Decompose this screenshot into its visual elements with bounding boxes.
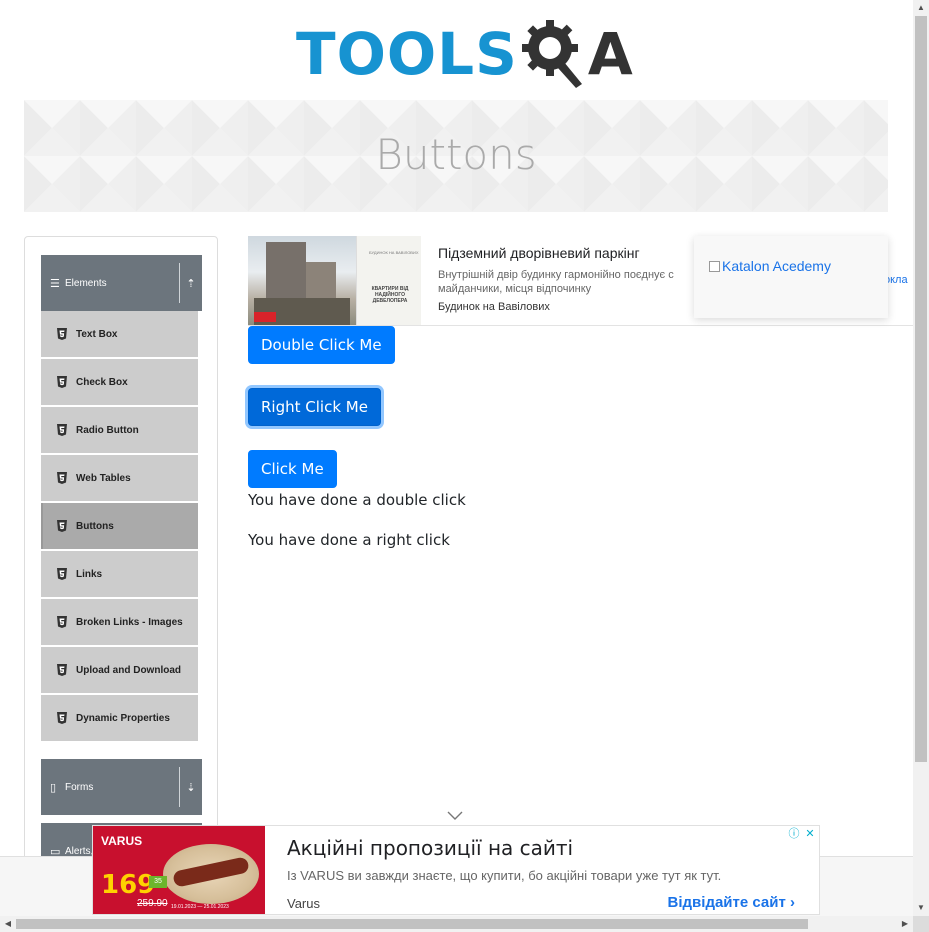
divider: [179, 263, 180, 303]
katalon-link[interactable]: Katalon Acedemy: [709, 258, 831, 274]
ad-title[interactable]: Акційні пропозиції на сайті: [287, 836, 573, 860]
sidebar-item-broken-links[interactable]: Broken Links - Images: [41, 599, 198, 645]
sidebar-item-text-box[interactable]: Text Box: [41, 311, 198, 357]
document-icon: ▯: [50, 781, 57, 794]
hamburger-icon: ☰: [50, 277, 60, 290]
katalon-ad-card[interactable]: Katalon Acedemy: [694, 236, 888, 318]
sidebar-item-label: Upload and Download: [76, 664, 181, 676]
sidebar-item-links[interactable]: Links: [41, 551, 198, 597]
broken-image-icon: [709, 260, 720, 272]
html5-icon: [57, 616, 67, 628]
page-banner: Buttons: [24, 100, 888, 212]
collapse-arrow-icon[interactable]: ⇡: [180, 277, 202, 290]
sidebar-item-label: Buttons: [76, 520, 114, 532]
sidebar-item-radio-button[interactable]: Radio Button: [41, 407, 198, 453]
scroll-up-icon[interactable]: ▲: [913, 0, 929, 16]
horizontal-scroll-thumb[interactable]: [16, 919, 808, 929]
scroll-left-icon[interactable]: ◀: [0, 916, 16, 932]
vertical-scroll-thumb[interactable]: [915, 16, 927, 762]
html5-icon: [57, 424, 67, 436]
ad-building-image: [248, 236, 356, 325]
ad-image-sub: БУДИНОК НА ВАВІЛОВИХ: [369, 250, 419, 255]
promo-dates: 19.01.2023 — 25.01.2023: [171, 904, 229, 910]
ad-description: Із VARUS ви завжди знаєте, що купити, бо…: [287, 868, 722, 883]
html5-icon: [57, 664, 67, 676]
sidebar-item-label: Links: [76, 568, 103, 580]
right-click-message: You have done a right click: [248, 531, 450, 549]
sidebar-item-label: Dynamic Properties: [76, 712, 170, 724]
page-title: Buttons: [375, 130, 537, 179]
double-click-message: You have done a double click: [248, 491, 466, 509]
right-click-button[interactable]: Right Click Me: [248, 388, 381, 426]
gear-magnifier-icon: [521, 20, 582, 88]
logo-text: TOOLS: [296, 20, 518, 88]
cta-label: Відвідайте сайт: [667, 894, 786, 911]
old-price: 259.90: [137, 898, 168, 909]
group-label: Elements: [65, 277, 107, 289]
visit-site-link[interactable]: Відвідайте сайт ›: [668, 894, 795, 911]
katalon-alt-text: Katalon Acedemy: [722, 258, 831, 274]
sidebar-group-elements[interactable]: ☰ Elements ⇡: [41, 255, 202, 311]
ad-advertiser: Будинок на Вавілових: [438, 301, 550, 313]
toolsqa-logo[interactable]: TOOLS A: [296, 16, 633, 92]
horizontal-scrollbar[interactable]: ◀ ▶: [0, 916, 913, 932]
scroll-right-icon[interactable]: ▶: [897, 916, 913, 932]
sidebar-group-forms[interactable]: ▯ Forms ⇣: [41, 759, 202, 815]
varus-promo-image: VARUS 169 35 259.90 19.01.2023 — 25.01.2…: [93, 826, 265, 914]
chevron-down-icon[interactable]: [447, 811, 463, 821]
sidebar-item-upload-download[interactable]: Upload and Download: [41, 647, 198, 693]
vertical-scrollbar[interactable]: ▲ ▼: [913, 0, 929, 916]
chevron-right-icon: ›: [790, 894, 795, 911]
group-label: Forms: [65, 781, 94, 793]
html5-icon: [57, 520, 67, 532]
ad-close-icon[interactable]: ✕: [803, 827, 817, 841]
ad-developer-image: БУДИНОК НА ВАВІЛОВИХ КВАРТИРИ ВІД НАДІЙН…: [356, 236, 421, 325]
html5-icon: [57, 568, 67, 580]
ad-image-text: КВАРТИРИ ВІД НАДІЙНОГО ДЕВЕЛОПЕРА: [371, 286, 409, 304]
expand-arrow-icon[interactable]: ⇣: [180, 781, 202, 794]
logo-text-end: A: [587, 20, 633, 88]
ad-description: Внутрішній двір будинку гармонійно поєдн…: [438, 269, 674, 295]
varus-logo: VARUS: [101, 834, 143, 848]
sidebar-item-label: Broken Links - Images: [76, 616, 183, 628]
ad-controls: ⓘ ✕: [787, 827, 817, 841]
sidebar-item-buttons[interactable]: Buttons: [41, 503, 198, 549]
elements-menu: Text Box Check Box Radio Button Web Tabl…: [41, 311, 198, 743]
ad-title[interactable]: Підземний дворівневий паркінг: [438, 245, 640, 261]
scrollbar-corner: [913, 916, 929, 932]
ad-info-icon[interactable]: ⓘ: [787, 827, 801, 841]
product-image: [163, 844, 259, 904]
html5-icon: [57, 472, 67, 484]
sidebar-item-label: Radio Button: [76, 424, 139, 436]
scroll-down-icon[interactable]: ▼: [913, 900, 929, 916]
sidebar-item-check-box[interactable]: Check Box: [41, 359, 198, 405]
sidebar-item-dynamic-properties[interactable]: Dynamic Properties: [41, 695, 198, 741]
html5-icon: [57, 376, 67, 388]
html5-icon: [57, 328, 67, 340]
sidebar: ☰ Elements ⇡ Text Box Check Box Radio Bu…: [24, 236, 218, 886]
double-click-button[interactable]: Double Click Me: [248, 326, 395, 364]
promo-tag: 35: [149, 876, 167, 888]
promo-price: 169: [101, 870, 156, 900]
divider: [179, 767, 180, 807]
ad-banner-bottom[interactable]: VARUS 169 35 259.90 19.01.2023 — 25.01.2…: [92, 825, 820, 915]
sidebar-item-label: Web Tables: [76, 472, 131, 484]
sidebar-item-web-tables[interactable]: Web Tables: [41, 455, 198, 501]
html5-icon: [57, 712, 67, 724]
sidebar-item-label: Check Box: [76, 376, 128, 388]
click-me-button[interactable]: Click Me: [248, 450, 337, 488]
sidebar-item-label: Text Box: [76, 328, 118, 340]
ad-advertiser: Varus: [287, 896, 320, 911]
